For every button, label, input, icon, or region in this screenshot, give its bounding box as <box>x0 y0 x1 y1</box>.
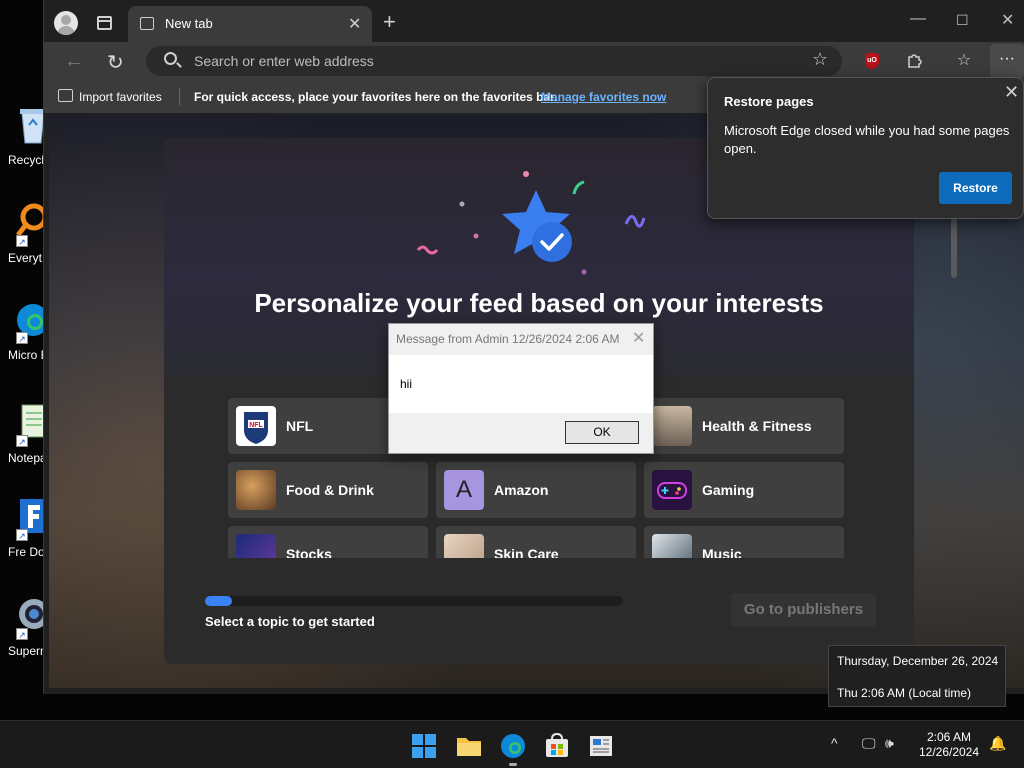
desktop-icon-notepad[interactable]: ↗ Notepa <box>6 403 47 483</box>
message-body: hii <box>389 355 653 413</box>
window-close-icon[interactable]: ✕ <box>1001 10 1014 30</box>
network-icon[interactable]: 🖵 <box>862 735 876 752</box>
ok-button[interactable]: OK <box>565 421 639 444</box>
clock-date: 12/26/2024 <box>918 745 980 759</box>
topic-label: NFL <box>286 418 314 434</box>
shortcut-arrow-icon: ↗ <box>16 435 28 447</box>
manage-favorites-link[interactable]: Manage favorites now <box>541 90 666 104</box>
import-folder-icon <box>58 89 73 102</box>
clock-time: 2:06 AM <box>926 730 972 744</box>
divider <box>179 88 180 105</box>
topic-label: Amazon <box>494 482 549 498</box>
back-arrow-icon[interactable]: ← <box>64 50 84 73</box>
search-icon <box>164 52 177 65</box>
favorites-hint: For quick access, place your favorites h… <box>194 90 558 104</box>
message-close-icon[interactable]: ✕ <box>632 328 645 348</box>
address-bar[interactable]: ☆ <box>146 46 842 76</box>
message-title: Message from Admin 12/26/2024 2:06 AM <box>396 332 620 346</box>
chart-photo <box>236 534 276 558</box>
tab-new-tab[interactable]: New tab ✕ <box>128 6 372 42</box>
minimize-icon[interactable]: — <box>910 10 926 28</box>
gamepad-icon <box>652 470 692 510</box>
profile-avatar-icon[interactable] <box>54 11 78 35</box>
maximize-icon[interactable]: ☐ <box>956 12 969 29</box>
store-icon[interactable] <box>544 732 570 759</box>
runner-photo <box>652 406 692 446</box>
tab-actions-icon[interactable] <box>97 16 112 30</box>
import-favorites-link[interactable]: Import favorites <box>79 90 162 104</box>
tooltip-date: Thursday, December 26, 2024 <box>837 654 999 668</box>
favorite-star-icon[interactable]: ☆ <box>812 49 828 70</box>
topic-label: Skin Care <box>494 546 559 558</box>
progress-fill <box>205 596 233 606</box>
extensions-puzzle-icon[interactable] <box>905 51 925 71</box>
close-tab-icon[interactable]: ✕ <box>348 14 361 34</box>
restore-button[interactable]: Restore <box>939 172 1012 204</box>
amazon-letter-icon: A <box>444 470 484 510</box>
restore-title: Restore pages <box>724 94 814 109</box>
topic-food-drink[interactable]: Food & Drink <box>228 462 428 518</box>
food-photo <box>236 470 276 510</box>
desktop-icon-webcam[interactable]: ↗ Superm <box>6 596 50 676</box>
ublock-extension-icon[interactable]: uO <box>865 53 879 69</box>
desktop-icon-free-download[interactable]: ↗ Fre Down <box>6 497 60 577</box>
progress-bar <box>205 596 623 606</box>
restore-body: Microsoft Edge closed while you had some… <box>724 123 1010 156</box>
topic-label: Gaming <box>702 482 755 498</box>
page-scrollbar[interactable] <box>951 218 957 278</box>
topic-stocks[interactable]: Stocks <box>228 526 428 558</box>
admin-message-dialog: Message from Admin 12/26/2024 2:06 AM ✕ … <box>388 323 654 454</box>
shortcut-arrow-icon: ↗ <box>16 628 28 640</box>
tab-title: New tab <box>165 16 213 31</box>
topic-label: Music <box>702 546 742 558</box>
svg-text:NFL: NFL <box>249 422 263 429</box>
topic-music[interactable]: Music <box>644 526 844 558</box>
topic-health-fitness[interactable]: Health & Fitness <box>644 398 844 454</box>
address-input[interactable] <box>194 51 754 71</box>
new-tab-plus-icon[interactable]: + <box>383 9 396 35</box>
tooltip-time: Thu 2:06 AM (Local time) <box>837 686 972 700</box>
refresh-icon[interactable]: ↻ <box>107 50 124 75</box>
clock-tooltip: Thursday, December 26, 2024 Thu 2:06 AM … <box>828 645 1006 707</box>
nfl-logo: NFL <box>236 406 276 446</box>
shortcut-arrow-icon: ↗ <box>16 235 28 247</box>
topic-skin-care[interactable]: Skin Care <box>436 526 636 558</box>
desktop-icon-edge[interactable]: ↗ Micro Edg <box>6 300 62 380</box>
start-windows-icon[interactable] <box>411 733 437 759</box>
show-hidden-icons-chevron-icon[interactable]: ^ <box>831 735 838 751</box>
close-popup-icon[interactable]: ✕ <box>1004 82 1019 103</box>
new-tab-page-icon <box>140 17 154 30</box>
edge-taskbar-icon[interactable] <box>500 733 526 766</box>
topic-amazon[interactable]: A Amazon <box>436 462 636 518</box>
desktop-icon-everything[interactable]: ↗ Everyt <box>6 203 48 283</box>
volume-icon[interactable]: 🕪 <box>885 735 894 752</box>
tab-bar: New tab ✕ + — ☐ ✕ <box>44 0 1024 44</box>
notification-bell-icon[interactable]: 🔔 <box>989 735 1006 752</box>
go-to-publishers-button[interactable]: Go to publishers <box>731 593 876 627</box>
topic-label: Stocks <box>286 546 332 558</box>
select-topic-prompt: Select a topic to get started <box>205 614 375 629</box>
feed-title: Personalize your feed based on your inte… <box>254 288 824 318</box>
restore-pages-popup: Restore pages Microsoft Edge closed whil… <box>707 77 1024 219</box>
file-explorer-icon[interactable] <box>456 733 482 759</box>
topic-label: Health & Fitness <box>702 418 812 434</box>
navigation-toolbar: ← ↻ ☆ uO ☆ ··· <box>44 42 1024 80</box>
taskbar-clock[interactable]: 2:06 AM 12/26/2024 <box>912 730 986 760</box>
settings-more-icon[interactable]: ··· <box>990 44 1024 78</box>
favorites-icon[interactable]: ☆ <box>954 51 974 71</box>
news-app-icon[interactable] <box>588 733 614 759</box>
music-photo <box>652 534 692 558</box>
shortcut-arrow-icon: ↗ <box>16 332 28 344</box>
shortcut-arrow-icon: ↗ <box>16 529 28 541</box>
desktop-icon-recycle-bin[interactable]: Recycl <box>6 105 46 185</box>
taskbar: ^ 🖵 🕪 2:06 AM 12/26/2024 🔔 <box>0 720 1024 768</box>
topic-label: Food & Drink <box>286 482 374 498</box>
message-text: hii <box>400 377 413 391</box>
skincare-photo <box>444 534 484 558</box>
topic-gaming[interactable]: Gaming <box>644 462 844 518</box>
